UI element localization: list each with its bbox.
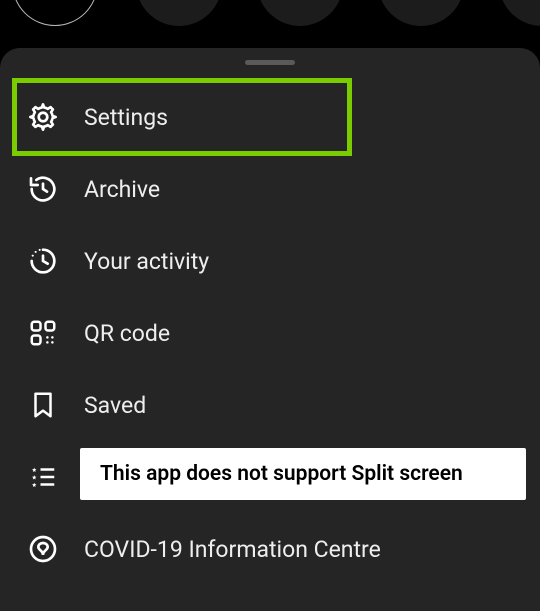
- bottom-sheet: Settings Archive: [0, 48, 540, 611]
- menu-item-your-activity[interactable]: Your activity: [0, 225, 540, 297]
- menu-item-label: Saved: [84, 392, 146, 419]
- menu-item-label: Settings: [84, 104, 168, 131]
- menu-item-archive[interactable]: Archive: [0, 153, 540, 225]
- story-circle[interactable]: [257, 0, 343, 26]
- menu-item-settings[interactable]: Settings: [0, 81, 540, 153]
- menu-item-qr-code[interactable]: QR code: [0, 297, 540, 369]
- close-friends-icon: [24, 458, 62, 496]
- activity-icon: [24, 242, 62, 280]
- archive-icon: [24, 170, 62, 208]
- menu-item-label: QR code: [84, 320, 170, 347]
- menu-item-label: Archive: [84, 176, 160, 203]
- qr-icon: [24, 314, 62, 352]
- menu-list: Settings Archive: [0, 53, 540, 585]
- story-circle[interactable]: [136, 0, 222, 26]
- story-circle[interactable]: [499, 0, 540, 26]
- toast-text: This app does not support Split screen: [100, 462, 463, 486]
- saved-icon: [24, 386, 62, 424]
- drag-handle[interactable]: [245, 60, 295, 65]
- menu-item-label: Your activity: [84, 248, 209, 275]
- menu-item-covid[interactable]: COVID-19 Information Centre: [0, 513, 540, 585]
- story-circle[interactable]: [378, 0, 464, 26]
- add-story-circle[interactable]: [12, 0, 98, 26]
- covid-icon: [24, 530, 62, 568]
- toast-message: This app does not support Split screen: [80, 448, 526, 500]
- menu-item-saved[interactable]: Saved: [0, 369, 540, 441]
- settings-icon: [24, 98, 62, 136]
- menu-item-label: COVID-19 Information Centre: [84, 536, 381, 563]
- stories-strip: [0, 0, 540, 48]
